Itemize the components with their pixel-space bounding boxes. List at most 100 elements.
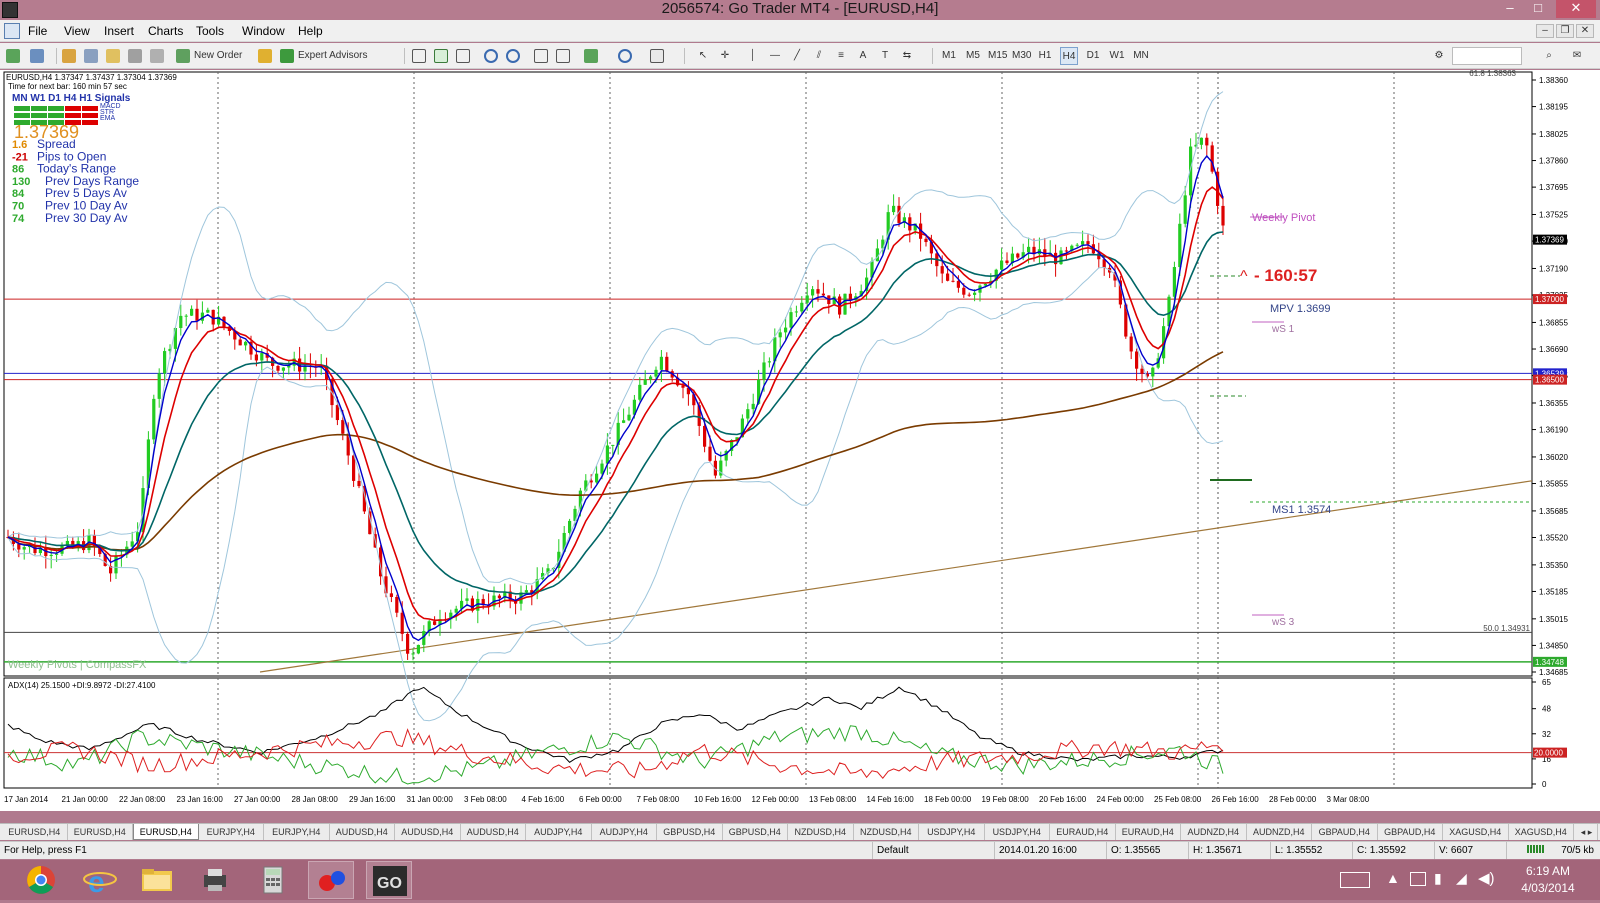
line-chart-icon[interactable] xyxy=(456,47,474,65)
tab-scroll-arrows-icon[interactable]: ◂ ▸ xyxy=(1576,824,1598,840)
candlestick-icon[interactable] xyxy=(434,47,452,65)
chart-tab[interactable]: AUDUSD,H4 xyxy=(330,824,395,840)
vertical-line-icon[interactable]: │ xyxy=(744,47,762,65)
menu-window[interactable]: Window xyxy=(236,20,291,42)
new-chart-icon[interactable] xyxy=(6,47,24,65)
menu-insert[interactable]: Insert xyxy=(98,20,140,42)
chart-tab[interactable]: GBPUSD,H4 xyxy=(723,824,788,840)
volume-icon[interactable]: ◀) xyxy=(1478,869,1495,887)
close-button[interactable]: ✕ xyxy=(1556,0,1596,18)
menu-tools[interactable]: Tools xyxy=(190,20,230,42)
chart-tab[interactable]: XAGUSD,H4 xyxy=(1443,824,1509,840)
tf-w1[interactable]: W1 xyxy=(1108,47,1126,65)
arrows-icon[interactable]: ⇆ xyxy=(898,47,916,65)
tf-d1[interactable]: D1 xyxy=(1084,47,1102,65)
chart-tab[interactable]: GBPUSD,H4 xyxy=(657,824,723,840)
chart-tab[interactable]: AUDNZD,H4 xyxy=(1181,824,1247,840)
chart-tab[interactable]: USDJPY,H4 xyxy=(985,824,1050,840)
show-hidden-icons-icon[interactable]: ▲ xyxy=(1386,870,1400,886)
chart-tab[interactable]: NZDUSD,H4 xyxy=(788,824,854,840)
menu-charts[interactable]: Charts xyxy=(142,20,189,42)
chrome-icon[interactable] xyxy=(18,861,64,899)
action-center-icon[interactable] xyxy=(1410,872,1426,886)
candle-body xyxy=(276,365,280,371)
chart-tab[interactable]: XAGUSD,H4 xyxy=(1509,824,1574,840)
meta-editor-icon[interactable] xyxy=(258,47,276,65)
data-window-icon[interactable] xyxy=(106,47,124,65)
menu-help[interactable]: Help xyxy=(292,20,329,42)
app-icon-dots[interactable] xyxy=(308,861,354,899)
crosshair-icon[interactable]: ✛ xyxy=(716,47,734,65)
calculator-icon[interactable] xyxy=(250,861,296,899)
auto-scroll-icon[interactable] xyxy=(534,47,552,65)
mdi-minimize-button[interactable]: – xyxy=(1536,24,1554,38)
menu-view[interactable]: View xyxy=(58,20,96,42)
text-label-icon[interactable]: T xyxy=(876,47,894,65)
periods-icon[interactable] xyxy=(618,47,636,65)
chart-tab[interactable]: NZDUSD,H4 xyxy=(854,824,919,840)
text-icon[interactable]: A xyxy=(854,47,872,65)
cursor-icon[interactable]: ↖ xyxy=(694,47,712,65)
equidistant-channel-icon[interactable]: ⫽ xyxy=(810,47,828,65)
maximize-button[interactable]: □ xyxy=(1524,0,1552,18)
new-order-button[interactable]: New Order xyxy=(176,47,254,65)
chart-tab[interactable]: AUDUSD,H4 xyxy=(395,824,461,840)
chart-shift-icon[interactable] xyxy=(556,47,574,65)
tf-m5[interactable]: M5 xyxy=(964,47,982,65)
internet-explorer-icon[interactable]: e xyxy=(76,861,122,899)
chart-tab[interactable]: EURAUD,H4 xyxy=(1050,824,1116,840)
tf-h4[interactable]: H4 xyxy=(1060,47,1078,65)
chart-tab[interactable]: AUDJPY,H4 xyxy=(526,824,592,840)
expert-advisors-button[interactable]: Expert Advisors xyxy=(280,47,392,65)
file-explorer-icon[interactable] xyxy=(134,861,180,899)
chart-tab[interactable]: EURUSD,H4 xyxy=(68,824,133,840)
tf-h1[interactable]: H1 xyxy=(1036,47,1054,65)
minimize-button[interactable]: – xyxy=(1496,0,1524,18)
chart-window[interactable]: 1.38360 1.38195 1.38025 1.37860 1.37695 1.375… xyxy=(0,69,1600,811)
menu-file[interactable]: File xyxy=(22,20,53,42)
horizontal-line-icon[interactable]: — xyxy=(766,47,784,65)
clock-time[interactable]: 6:19 AM xyxy=(1512,864,1584,878)
chart-tab[interactable]: GBPAUD,H4 xyxy=(1312,824,1378,840)
search-input[interactable] xyxy=(1452,47,1522,65)
tf-mn[interactable]: MN xyxy=(1132,47,1150,65)
printer-app-icon[interactable] xyxy=(192,861,238,899)
keyboard-icon[interactable] xyxy=(1340,872,1370,888)
chart-tab[interactable]: EURJPY,H4 xyxy=(199,824,264,840)
fibonacci-icon[interactable]: ≡ xyxy=(832,47,850,65)
go-trader-mt4-icon[interactable]: GO xyxy=(366,861,412,899)
chart-tab[interactable]: GBPAUD,H4 xyxy=(1378,824,1443,840)
chart-tab[interactable]: EURUSD,H4 xyxy=(2,824,68,840)
mdi-restore-button[interactable]: ❐ xyxy=(1556,24,1574,38)
tf-m1[interactable]: M1 xyxy=(940,47,958,65)
chart-tab[interactable]: AUDJPY,H4 xyxy=(592,824,657,840)
search-icon[interactable]: ⌕ xyxy=(1540,47,1558,65)
price-chart[interactable]: 1.38360 1.38195 1.38025 1.37860 1.37695 1.375… xyxy=(0,69,1600,811)
market-watch-icon[interactable] xyxy=(62,47,80,65)
profiles-icon[interactable] xyxy=(30,47,48,65)
mdi-close-button[interactable]: ✕ xyxy=(1576,24,1594,38)
chart-tab[interactable]: AUDUSD,H4 xyxy=(461,824,526,840)
network-icon[interactable]: ◢ xyxy=(1456,870,1467,887)
chart-tab[interactable]: EURUSD,H4 xyxy=(133,824,199,840)
zoom-out-icon[interactable] xyxy=(506,47,524,65)
zoom-in-icon[interactable] xyxy=(484,47,502,65)
indicators-icon[interactable] xyxy=(584,47,602,65)
tf-m15[interactable]: M15 xyxy=(988,47,1007,65)
chart-tab[interactable]: EURAUD,H4 xyxy=(1116,824,1181,840)
chat-icon[interactable]: ✉ xyxy=(1568,47,1586,65)
strategy-tester-icon[interactable] xyxy=(150,47,168,65)
navigator-icon[interactable] xyxy=(84,47,102,65)
tf-m30[interactable]: M30 xyxy=(1012,47,1031,65)
power-icon[interactable]: ▮ xyxy=(1434,870,1442,887)
bar-chart-icon[interactable] xyxy=(412,47,430,65)
clock-date[interactable]: 4/03/2014 xyxy=(1512,881,1584,895)
settings-icon[interactable]: ⚙ xyxy=(1430,47,1448,65)
terminal-icon[interactable] xyxy=(128,47,146,65)
chart-window-icon[interactable] xyxy=(4,23,20,39)
trendline-icon[interactable]: ╱ xyxy=(788,47,806,65)
chart-tab[interactable]: EURJPY,H4 xyxy=(264,824,330,840)
chart-tab[interactable]: AUDNZD,H4 xyxy=(1247,824,1312,840)
chart-tab[interactable]: USDJPY,H4 xyxy=(919,824,985,840)
templates-icon[interactable] xyxy=(650,47,668,65)
